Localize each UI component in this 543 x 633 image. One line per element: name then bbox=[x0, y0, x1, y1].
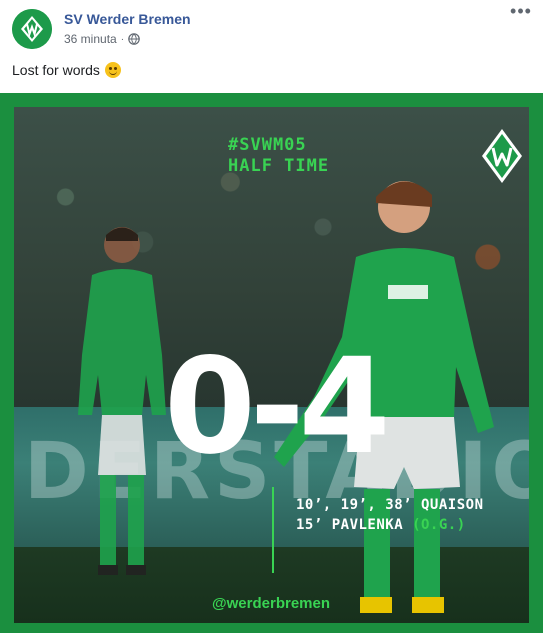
score-display: 0-4 bbox=[164, 330, 390, 484]
page-name-link[interactable]: SV Werder Bremen bbox=[64, 11, 191, 27]
social-handle: @werderbremen bbox=[212, 595, 331, 612]
post-message: Lost for words bbox=[12, 62, 121, 78]
own-goal-label: (O.G.) bbox=[412, 517, 466, 533]
globe-icon[interactable] bbox=[128, 33, 140, 45]
match-hashtag: #SVWM05 HALF TIME bbox=[228, 135, 329, 177]
stadium-scene: DERSTADION #SVWM05 HALF TIME bbox=[14, 107, 529, 623]
werder-crest-icon bbox=[482, 129, 522, 183]
post-header: SV Werder Bremen 36 minuta · ••• bbox=[0, 0, 543, 56]
post-timestamp[interactable]: 36 minuta bbox=[64, 32, 117, 46]
post-photo[interactable]: DERSTADION #SVWM05 HALF TIME bbox=[0, 93, 543, 633]
post-message-text: Lost for words bbox=[12, 62, 100, 78]
half-time-text: HALF TIME bbox=[228, 156, 330, 176]
post-meta: 36 minuta · bbox=[64, 32, 140, 46]
upside-down-face-emoji-icon bbox=[104, 62, 121, 78]
scorer-line-1: 10’, 19’, 38’ QUAISON bbox=[296, 497, 484, 513]
more-options-icon[interactable]: ••• bbox=[509, 2, 533, 24]
scorers-divider bbox=[272, 487, 274, 573]
meta-separator: · bbox=[120, 33, 125, 45]
hashtag-text: #SVWM05 bbox=[228, 135, 307, 155]
scorer-line-2-name: 15’ PAVLENKA bbox=[296, 517, 413, 533]
scorers-list: 10’, 19’, 38’ QUAISON 15’ PAVLENKA (O.G.… bbox=[296, 495, 484, 535]
werder-logo-icon bbox=[12, 9, 52, 49]
page-avatar[interactable] bbox=[12, 9, 52, 49]
scorer-line-2: 15’ PAVLENKA (O.G.) bbox=[296, 515, 484, 535]
